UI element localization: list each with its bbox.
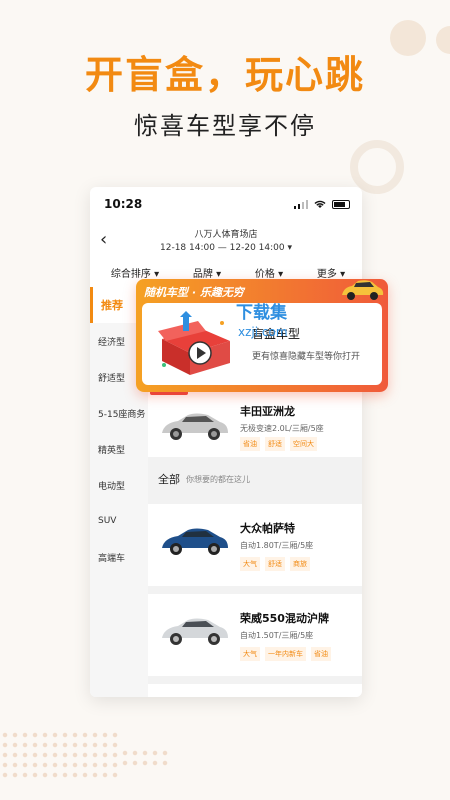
- date-range[interactable]: 12-18 14:00 — 12-20 14:00 ▾: [90, 243, 362, 253]
- sort-comprehensive[interactable]: 综合排序 ▾: [111, 265, 159, 280]
- car-image: [162, 413, 228, 440]
- decor-dots: [0, 730, 120, 780]
- gift-box-icon: [158, 311, 230, 375]
- status-time: 10:28: [104, 197, 143, 211]
- sort-brand[interactable]: 品牌 ▾: [193, 265, 221, 280]
- top-nav: ‹ 八万人体育场店 12-18 14:00 — 12-20 14:00 ▾: [90, 221, 362, 261]
- sidebar-item-elite[interactable]: 精英型: [90, 431, 148, 467]
- status-bar: 10:28: [90, 187, 362, 221]
- car-tags: 省油 舒适 空间大: [240, 437, 317, 451]
- car-tag: 省油: [240, 437, 260, 451]
- list-item[interactable]: 荣威550混动沪牌 自动1.50T/三厢/5座 大气 一年内新车 省油: [148, 594, 362, 676]
- list-item[interactable]: [148, 684, 362, 697]
- car-tags: 大气 舒适 商旅: [240, 557, 310, 571]
- car-name: 丰田亚洲龙: [240, 405, 295, 418]
- section-header-all: 全部 你想要的都在这儿: [148, 464, 362, 494]
- car-image: [162, 618, 228, 645]
- car-tag: 省油: [311, 647, 331, 661]
- car-tag: 空间大: [290, 437, 317, 451]
- decor-dots: [120, 748, 170, 768]
- section-subtitle: 你想要的都在这儿: [186, 474, 250, 484]
- battery-icon: [332, 199, 350, 209]
- car-tag: 舒适: [265, 557, 285, 571]
- car-tag: 一年内新车: [265, 647, 306, 661]
- car-spec: 无极变速2.0L/三厢/5座: [240, 424, 324, 433]
- hero-subline: 惊喜车型享不停: [134, 112, 316, 140]
- car-tag: 大气: [240, 557, 260, 571]
- list-item[interactable]: 大众帕萨特 自动1.80T/三厢/5座 大气 舒适 商旅: [148, 504, 362, 586]
- phone-screen: 10:28 ‹ 八万人体育场店 12-18 14:00 — 12-20 14:0…: [90, 187, 362, 697]
- hero-headline: 开盲盒，玩心跳: [84, 53, 365, 97]
- car-tag: 大气: [240, 647, 260, 661]
- car-name: 荣威550混动沪牌: [240, 612, 329, 625]
- signal-icon: [294, 199, 308, 209]
- watermark-url: xzji.com: [238, 325, 288, 339]
- wifi-icon: [314, 200, 326, 208]
- watermark-logo: 下载集: [236, 303, 287, 323]
- decor-ring: [350, 140, 404, 194]
- car-name: 大众帕萨特: [240, 522, 295, 535]
- blind-box-subtitle: 更有惊喜隐藏车型等你打开: [252, 352, 361, 362]
- sidebar-item-business[interactable]: 5-15座商务: [90, 395, 148, 431]
- sidebar-item-electric[interactable]: 电动型: [90, 467, 148, 503]
- sidebar-item-suv[interactable]: SUV: [90, 503, 148, 539]
- cartoon-car-icon: [342, 280, 384, 300]
- car-tag: 舒适: [265, 437, 285, 451]
- car-spec: 自动1.80T/三厢/5座: [240, 541, 314, 550]
- status-icons: [294, 199, 350, 209]
- section-title: 全部: [158, 473, 180, 486]
- sidebar-item-luxury[interactable]: 高端车: [90, 539, 148, 575]
- car-tag: 商旅: [290, 557, 310, 571]
- car-image: [162, 528, 228, 555]
- popup-banner: 随机车型 · 乐趣无穷: [144, 286, 244, 299]
- car-tags: 大气 一年内新车 省油: [240, 647, 331, 661]
- store-name[interactable]: 八万人体育场店: [90, 227, 362, 240]
- list-item[interactable]: 猜你喜欢 丰田亚洲龙 无极变速2.0L/三厢/5座 省油 舒适 空间大: [148, 383, 362, 457]
- sort-price[interactable]: 价格 ▾: [255, 265, 283, 280]
- car-spec: 自动1.50T/三厢/5座: [240, 631, 314, 640]
